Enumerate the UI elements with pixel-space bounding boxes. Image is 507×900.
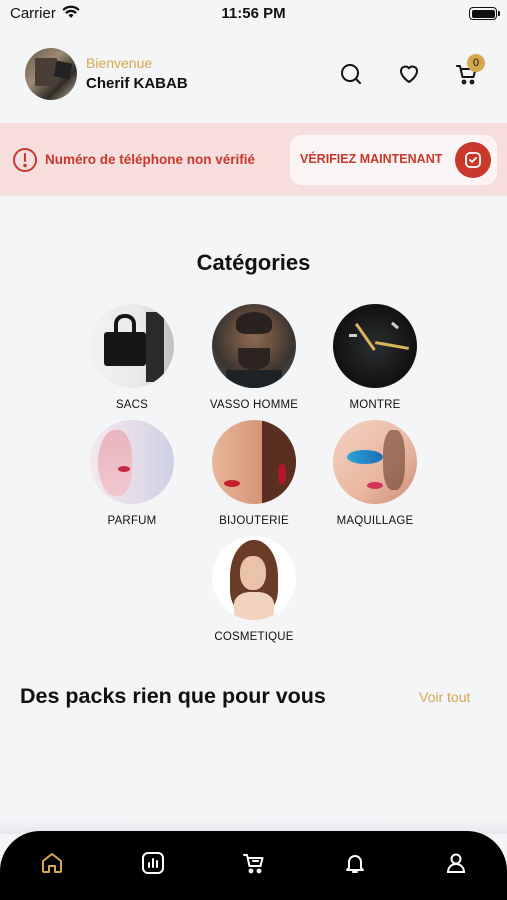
user-icon[interactable]: [443, 850, 469, 876]
bell-icon[interactable]: [342, 850, 368, 876]
verify-now-button[interactable]: VÉRIFIEZ MAINTENANT: [290, 135, 497, 185]
category-cosmetique[interactable]: COSMETIQUE: [194, 536, 314, 643]
alert-message: Numéro de téléphone non vérifié: [45, 152, 256, 167]
greeting-text: Bienvenue: [86, 55, 153, 71]
category-montre[interactable]: MONTRE: [315, 304, 435, 411]
category-vasso-homme[interactable]: VASSO HOMME: [194, 304, 314, 411]
category-image: [333, 420, 417, 504]
category-image: [212, 536, 296, 620]
stats-icon[interactable]: [140, 850, 166, 876]
see-all-link[interactable]: Voir tout: [419, 689, 470, 705]
category-bijouterie[interactable]: BIJOUTERIE: [194, 420, 314, 527]
category-label: VASSO HOMME: [209, 399, 299, 411]
category-image: [90, 420, 174, 504]
category-label: MONTRE: [349, 399, 401, 411]
clock: 11:56 PM: [221, 5, 286, 22]
search-icon[interactable]: [338, 61, 364, 87]
category-label: BIJOUTERIE: [219, 515, 289, 527]
user-name: Cherif KABAB: [86, 75, 188, 92]
warning-icon: [12, 147, 38, 173]
category-image: [212, 304, 296, 388]
packs-title: Des packs rien que pour vous: [20, 684, 326, 708]
heart-icon[interactable]: [396, 61, 422, 87]
verify-now-label: VÉRIFIEZ MAINTENANT: [300, 152, 443, 166]
category-image: [90, 304, 174, 388]
category-image: [333, 304, 417, 388]
phone-unverified-banner: Numéro de téléphone non vérifié VÉRIFIEZ…: [0, 123, 507, 196]
header: Bienvenue Cherif KABAB: [0, 46, 507, 104]
category-label: SACS: [115, 399, 149, 411]
category-image: [212, 420, 296, 504]
battery-icon: [469, 7, 500, 20]
cart-count-badge: 0: [467, 54, 485, 72]
status-bar: Carrier 11:56 PM: [0, 0, 507, 30]
bottom-nav: [0, 831, 507, 900]
categories-title: Catégories: [196, 250, 311, 275]
category-parfum[interactable]: PARFUM: [72, 420, 192, 527]
category-label: PARFUM: [107, 515, 157, 527]
home-icon[interactable]: [39, 850, 65, 876]
avatar[interactable]: [25, 48, 77, 100]
cart-nav-icon[interactable]: [241, 850, 267, 876]
category-sacs[interactable]: SACS: [72, 304, 192, 411]
category-label: COSMETIQUE: [214, 631, 294, 643]
verify-check-icon: [455, 142, 491, 178]
category-label: MAQUILLAGE: [336, 515, 414, 527]
category-maquillage[interactable]: MAQUILLAGE: [315, 420, 435, 527]
